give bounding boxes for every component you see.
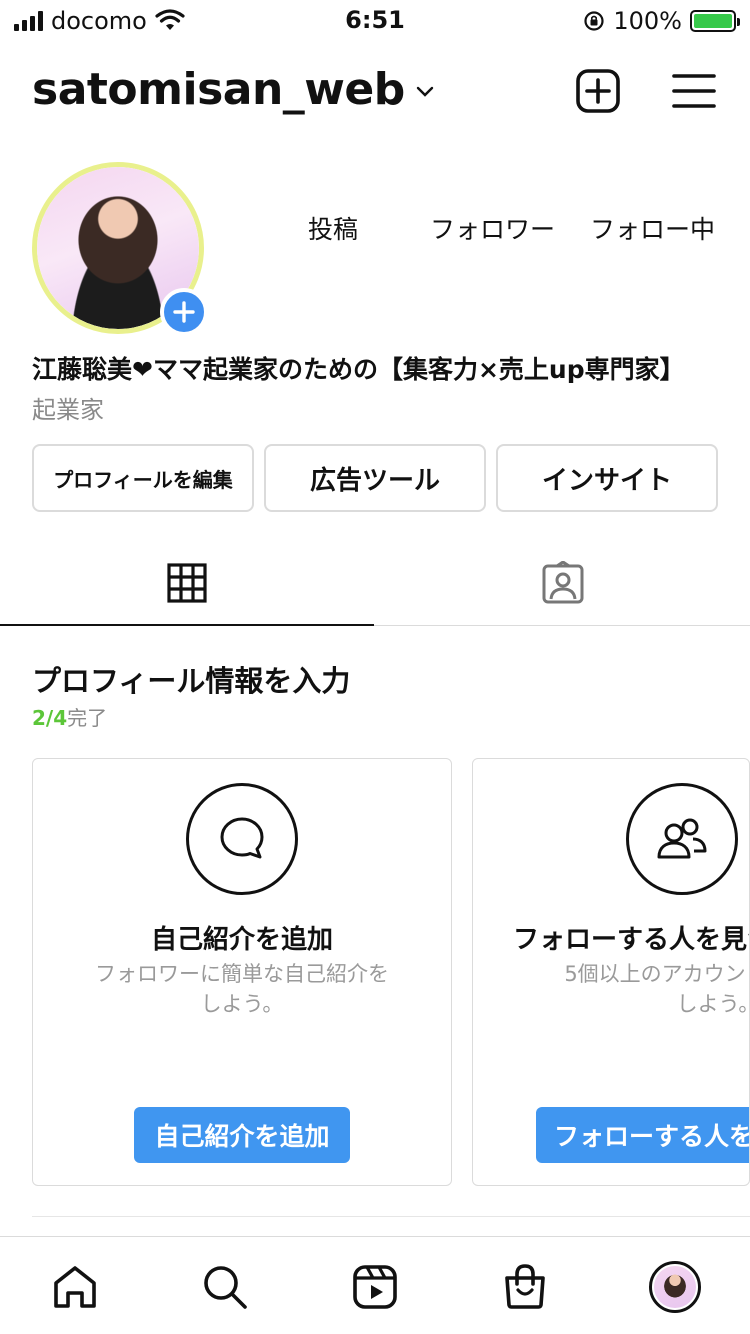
complete-profile-title: プロフィール情報を入力 — [32, 664, 351, 698]
completion-progress: 2/4完了 — [32, 702, 107, 731]
profile-avatar — [649, 1261, 701, 1313]
add-story-button[interactable] — [160, 288, 208, 336]
new-post-icon — [576, 69, 620, 113]
speech-bubble-icon — [220, 817, 264, 859]
status-right: 100% — [583, 6, 740, 36]
profile-tabs — [0, 540, 750, 626]
grid-icon — [167, 563, 207, 603]
menu-button[interactable] — [670, 68, 718, 114]
section-divider — [32, 1216, 750, 1217]
shop-icon — [505, 1264, 545, 1309]
active-tab-indicator — [0, 624, 374, 626]
insights-button[interactable]: インサイト — [496, 444, 718, 512]
chevron-down-icon — [416, 86, 433, 97]
nav-home[interactable] — [49, 1261, 101, 1313]
ad-tools-button[interactable]: 広告ツール — [264, 444, 486, 512]
profile-full-name: 江藤聡美❤ママ起業家のための【集客力×売上up専門家】 — [32, 355, 685, 384]
tab-tagged[interactable] — [376, 540, 750, 626]
card-icon-circle — [626, 783, 738, 895]
profile-category: 起業家 — [32, 396, 104, 424]
find-people-button[interactable]: フォローする人を見つける — [536, 1107, 749, 1163]
progress-count: 2/4 — [32, 706, 68, 730]
find-people-card: フォローする人を見つけよう 5個以上のアカウントをフォロー しよう。 フォローす… — [472, 758, 750, 1186]
status-bar: docomo 6:51 100% — [0, 0, 750, 42]
card-title: 自己紹介を追加 — [150, 925, 333, 955]
card-description: フォロワーに簡単な自己紹介を しよう。 — [63, 959, 421, 1019]
battery-percent: 100% — [613, 7, 682, 35]
card-description: 5個以上のアカウントをフォロー しよう。 — [518, 959, 749, 1019]
new-post-button[interactable] — [575, 68, 621, 114]
progress-suffix: 完了 — [67, 706, 108, 730]
followers-stat[interactable]: フォロワー — [430, 210, 555, 246]
add-bio-card: 自己紹介を追加 フォロワーに簡単な自己紹介を しよう。 自己紹介を追加 — [32, 758, 452, 1186]
nav-search[interactable] — [199, 1261, 251, 1313]
home-icon — [54, 1266, 96, 1308]
card-desc-line: フォロワーに簡単な自己紹介を — [95, 962, 389, 986]
card-icon-circle — [186, 783, 298, 895]
menu-icon — [672, 74, 716, 108]
nav-reels[interactable] — [349, 1261, 401, 1313]
edit-profile-button[interactable]: プロフィールを編集 — [32, 444, 254, 512]
card-desc-line: しよう。 — [200, 992, 284, 1016]
reels-icon — [353, 1265, 397, 1309]
tab-grid[interactable] — [0, 540, 374, 626]
card-desc-line: 5個以上のアカウントをフォロー — [564, 962, 749, 986]
card-title: フォローする人を見つけよう — [513, 925, 749, 955]
nav-profile[interactable] — [649, 1261, 701, 1313]
bottom-navigation — [0, 1236, 750, 1334]
username: satomisan_web — [32, 64, 405, 115]
people-icon — [657, 818, 707, 859]
card-desc-line: しよう。 — [676, 992, 749, 1016]
posts-stat[interactable]: 投稿 — [308, 210, 358, 246]
plus-icon — [173, 301, 195, 323]
battery-charging-icon — [690, 10, 740, 32]
add-bio-button[interactable]: 自己紹介を追加 — [134, 1107, 350, 1163]
card-inner: フォローする人を見つけよう 5個以上のアカウントをフォロー しよう。 フォローす… — [473, 759, 749, 1185]
profile-header: satomisan_web — [0, 58, 750, 124]
orientation-lock-icon — [584, 11, 604, 31]
nav-shop[interactable] — [499, 1261, 551, 1313]
account-switcher[interactable]: satomisan_web — [32, 64, 435, 115]
tagged-icon — [542, 561, 584, 604]
following-stat[interactable]: フォロー中 — [590, 210, 715, 246]
search-icon — [204, 1266, 247, 1309]
profile-avatar[interactable] — [32, 162, 208, 336]
